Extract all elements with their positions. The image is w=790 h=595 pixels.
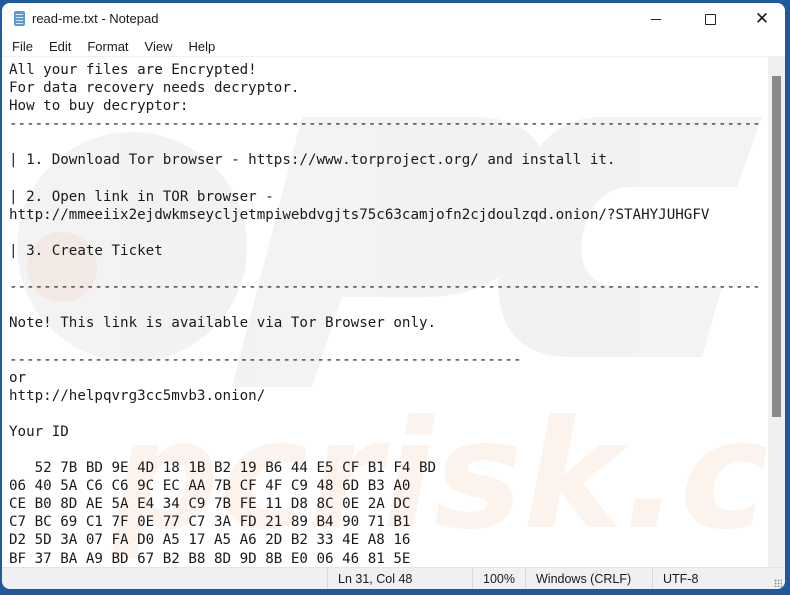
maximize-button[interactable] — [687, 3, 733, 36]
text-line: | 1. Download Tor browser - https://www.… — [9, 152, 616, 169]
maximize-icon — [704, 14, 716, 25]
text-line: C7 BC 69 C1 7F 0E 77 C7 3A FD 21 89 B4 9… — [9, 514, 411, 531]
title-bar[interactable]: read-me.txt - Notepad ✕ — [2, 3, 785, 36]
scrollbar-thumb[interactable] — [772, 76, 781, 417]
resize-grip[interactable] — [774, 579, 782, 587]
document-text: All your files are Encrypted! For data r… — [9, 61, 761, 568]
text-line: ----------------------------------------… — [9, 279, 761, 296]
minimize-button[interactable] — [633, 3, 679, 36]
text-line: http://helpqvrg3cc5mvb3.onion/ — [9, 387, 266, 404]
text-line: 06 40 5A C6 C6 9C EC AA 7B CF 4F C9 48 6… — [9, 478, 411, 495]
text-line: All your files are Encrypted! — [9, 62, 257, 78]
close-button[interactable]: ✕ — [739, 3, 785, 36]
menu-bar: File Edit Format View Help — [2, 36, 785, 56]
text-line: CE B0 8D AE 5A E4 34 C9 7B FE 11 D8 8C 0… — [9, 496, 411, 513]
encoding: UTF-8 — [652, 568, 773, 589]
line-ending: Windows (CRLF) — [525, 568, 656, 589]
text-line: ----------------------------------------… — [9, 116, 761, 133]
menu-format[interactable]: Format — [79, 39, 136, 54]
menu-edit[interactable]: Edit — [41, 39, 79, 54]
status-bar: Ln 31, Col 48 100% Windows (CRLF) UTF-8 — [2, 567, 785, 589]
text-line: Your ID — [9, 423, 69, 440]
menu-help[interactable]: Help — [180, 39, 223, 54]
text-editor[interactable]: pcrisk.com All your files are Encrypted!… — [2, 56, 768, 568]
minimize-icon — [651, 19, 661, 20]
notepad-window: read-me.txt - Notepad ✕ File Edit Format… — [2, 3, 785, 589]
text-line: Note! This link is available via Tor Bro… — [9, 315, 437, 332]
window-title: read-me.txt - Notepad — [32, 11, 159, 26]
text-line: BF 37 BA A9 BD 67 B2 B8 8D 9D 8B E0 06 4… — [9, 550, 411, 567]
cursor-position: Ln 31, Col 48 — [327, 568, 478, 589]
text-line: 52 7B BD 9E 4D 18 1B B2 19 B6 44 E5 CF B… — [9, 460, 437, 477]
text-line: http://mmeeiix2ejdwkmseycljetmpiwebdvgjt… — [9, 206, 710, 223]
close-icon: ✕ — [754, 9, 770, 29]
text-line: D2 5D 3A 07 FA D0 A5 17 A5 A6 2D B2 33 4… — [9, 532, 411, 549]
notepad-icon — [14, 11, 25, 26]
text-line: For data recovery needs decryptor. — [9, 80, 300, 97]
zoom-level: 100% — [472, 568, 533, 589]
text-line: | 2. Open link in TOR browser - — [9, 188, 274, 205]
menu-view[interactable]: View — [137, 39, 181, 54]
text-line: or — [9, 369, 27, 386]
text-line: | 3. Create Ticket — [9, 242, 163, 259]
vertical-scrollbar[interactable] — [768, 56, 785, 567]
text-line: How to buy decryptor: — [9, 98, 189, 115]
text-line: ----------------------------------------… — [9, 351, 522, 368]
menu-file[interactable]: File — [2, 39, 41, 54]
